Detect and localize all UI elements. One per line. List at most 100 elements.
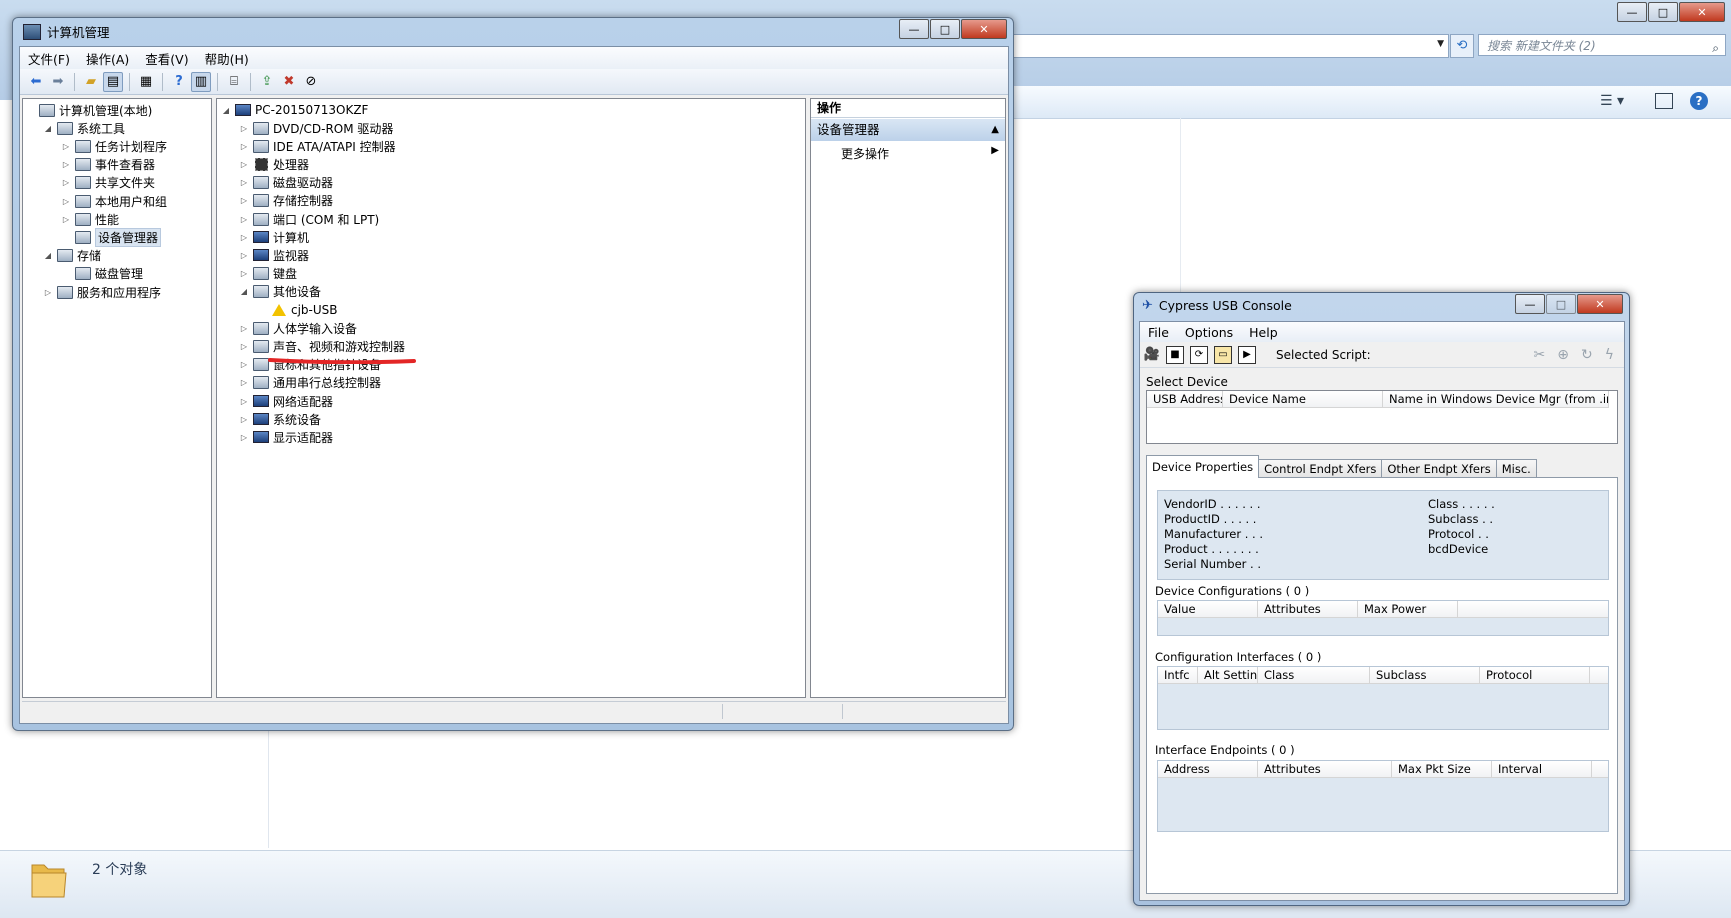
expand-arrow-icon[interactable]: ▷ [239,251,249,260]
view-options-icon[interactable]: ☰ ▾ [1600,93,1624,109]
refresh-icon[interactable]: ↻ [1581,347,1593,363]
column-class[interactable]: Class [1258,667,1370,683]
column-attributes[interactable]: Attributes [1258,601,1358,617]
close-button[interactable]: ✕ [961,19,1007,39]
device-list[interactable]: USB Address Device Name Name in Windows … [1146,390,1618,444]
tree-item[interactable]: ▷ 服务和应用程序 [43,283,161,301]
disable-device-icon[interactable]: ⊘ [301,72,321,92]
device-category[interactable]: ▷ 监视器 [239,246,309,264]
expand-arrow-icon[interactable]: ▷ [239,269,249,278]
tab-misc[interactable]: Misc. [1495,459,1537,478]
tree-item[interactable]: ▷ 事件查看器 [61,156,155,174]
column-address[interactable]: Address [1158,761,1258,777]
device-category[interactable]: ▷ DVD/CD-ROM 驱动器 [239,119,393,137]
expand-arrow-icon[interactable]: ▷ [239,215,249,224]
close-button[interactable]: ✕ [1679,2,1725,22]
search-icon[interactable]: ⌕ [1712,37,1719,59]
expand-arrow-icon[interactable]: ▷ [239,142,249,151]
device-category[interactable]: ▷ 显示适配器 [239,428,333,446]
expand-arrow-icon[interactable]: ◢ [43,124,53,133]
device-category[interactable]: ▷ 存储控制器 [239,192,333,210]
device-category[interactable]: ▷ 人体学输入设备 [239,319,357,337]
configuration-interfaces-list[interactable]: Intfc Alt Setting Class Subclass Protoco… [1157,666,1609,730]
close-button[interactable]: ✕ [1577,294,1623,314]
maximize-button[interactable]: □ [930,19,960,39]
device-category[interactable]: ▷ 网络适配器 [239,392,333,410]
column-alt-setting[interactable]: Alt Setting [1198,667,1258,683]
expand-arrow-icon[interactable]: ▷ [239,342,249,351]
reset-icon[interactable]: ⟳ [1190,345,1208,364]
disconnect-icon[interactable]: ✂ [1534,347,1546,363]
expand-arrow-icon[interactable]: ▷ [239,433,249,442]
expand-arrow-icon[interactable]: ▷ [239,196,249,205]
expand-arrow-icon[interactable]: ▷ [239,160,249,169]
tree-item[interactable]: ▷ 任务计划程序 [61,137,167,155]
menu-help[interactable]: 帮助(H) [197,49,257,68]
back-arrow-icon[interactable]: ⬅ [26,72,46,92]
expand-arrow-icon[interactable]: ▷ [239,124,249,133]
scan-hardware-icon[interactable]: ⌸ [224,72,244,92]
action-pane-icon[interactable]: ▥ [191,71,211,92]
expand-arrow-icon[interactable]: ▷ [43,288,53,297]
chevron-down-icon[interactable]: ▼ [1437,39,1444,49]
device-category[interactable]: ▷ 系统设备 [239,410,321,428]
expand-arrow-icon[interactable]: ▷ [61,197,71,206]
collapse-arrow-icon[interactable]: ▲ [991,119,999,141]
open-script-icon[interactable]: ▭ [1214,345,1232,364]
tree-item[interactable]: ▷ 本地用户和组 [61,192,167,210]
tree-item[interactable]: ◢ 系统工具 [43,119,125,137]
expand-arrow-icon[interactable]: ◢ [221,106,231,115]
device-tree-root[interactable]: ◢ PC-20150713OKZF [221,101,369,119]
up-folder-icon[interactable]: ▰ [81,72,101,92]
refresh-button[interactable]: ⟲ [1450,34,1474,58]
tab-control-endpt-xfers[interactable]: Control Endpt Xfers [1258,459,1383,478]
column-intfc[interactable]: Intfc [1158,667,1198,683]
help-icon[interactable]: ? [1690,92,1708,110]
menu-options[interactable]: Options [1177,325,1241,340]
tree-item[interactable]: ▷ 性能 [61,210,119,228]
device-category[interactable]: ◢ 其他设备 [239,283,321,301]
column-device-name[interactable]: Device Name [1223,391,1383,407]
expand-arrow-icon[interactable]: ◢ [239,287,249,296]
forward-arrow-icon[interactable]: ➡ [48,72,68,92]
column-windows-name[interactable]: Name in Windows Device Mgr (from .inf) [1383,391,1609,407]
device-category[interactable]: ▷ 通用串行总线控制器 [239,374,381,392]
column-max-pkt-size[interactable]: Max Pkt Size [1392,761,1492,777]
maximize-button[interactable]: □ [1648,2,1678,22]
expand-arrow-icon[interactable]: ▷ [61,215,71,224]
help-icon[interactable]: ? [169,72,189,92]
update-driver-icon[interactable]: ⇪ [257,72,277,92]
tree-item[interactable]: 计算机管理(本地) [25,101,152,119]
expand-arrow-icon[interactable]: ▷ [61,142,71,151]
minimize-button[interactable]: — [1617,2,1647,22]
device-category[interactable]: ▷ 处理器 [239,155,309,173]
tree-item[interactable]: 设备管理器 [61,227,162,247]
minimize-button[interactable]: — [899,19,929,39]
expand-arrow-icon[interactable]: ▷ [239,324,249,333]
menu-help[interactable]: Help [1241,325,1286,340]
expand-arrow-icon[interactable]: ▷ [239,415,249,424]
menu-view[interactable]: 查看(V) [137,49,196,68]
show-hide-tree-icon[interactable]: ▤ [103,71,123,92]
menu-action[interactable]: 操作(A) [78,49,137,68]
expand-arrow-icon[interactable]: ▷ [61,178,71,187]
search-input[interactable]: 搜索 新建文件夹 (2) ⌕ [1478,34,1726,56]
expand-arrow-icon[interactable]: ◢ [43,251,53,260]
device-category[interactable]: ▷ 磁盘驱动器 [239,174,333,192]
lightning-icon[interactable]: ϟ [1605,347,1614,363]
play-script-icon[interactable]: ▶ [1238,345,1256,364]
minimize-button[interactable]: — [1515,294,1545,314]
device-configurations-list[interactable]: Value Attributes Max Power [1157,600,1609,636]
preview-pane-icon[interactable] [1655,93,1673,109]
device-category[interactable]: ▷ IDE ATA/ATAPI 控制器 [239,137,396,155]
expand-arrow-icon[interactable]: ▷ [239,397,249,406]
lock-icon[interactable]: ⊕ [1557,347,1569,363]
column-protocol[interactable]: Protocol [1480,667,1590,683]
tree-item[interactable]: ◢ 存储 [43,247,101,265]
uninstall-icon[interactable]: ✖ [279,72,299,92]
address-bar[interactable]: ▼ [1000,34,1449,58]
stop-icon[interactable]: ■ [1166,345,1184,364]
expand-arrow-icon[interactable]: ▷ [239,178,249,187]
menu-file[interactable]: File [1140,325,1177,340]
tree-item[interactable]: 磁盘管理 [61,265,143,283]
